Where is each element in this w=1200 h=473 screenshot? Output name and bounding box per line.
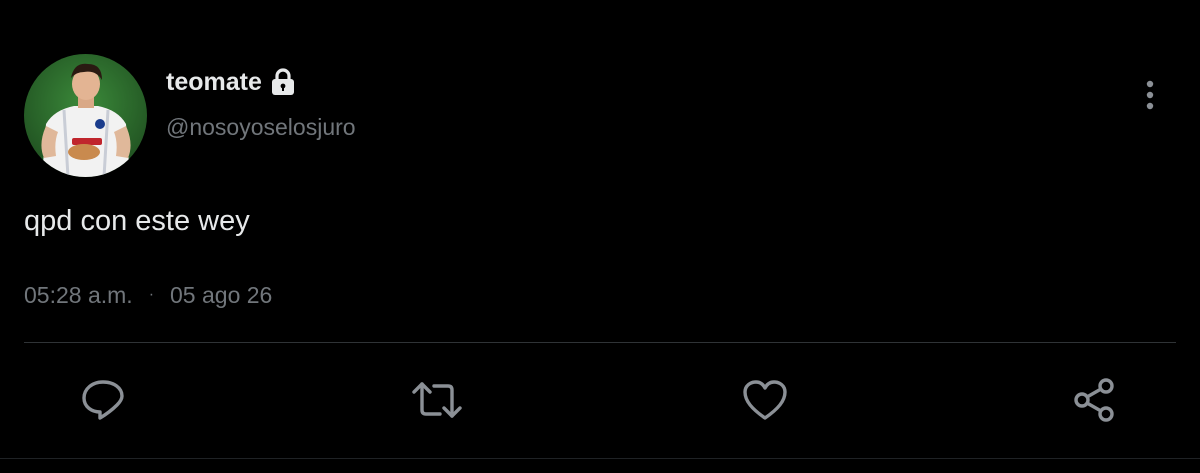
like-button[interactable] <box>740 376 790 424</box>
tweet-detail: teomate @nosoyoselosjuro qpd con este we… <box>0 0 1200 473</box>
user-handle[interactable]: @nosoyoselosjuro <box>166 112 356 142</box>
lock-icon <box>270 68 296 96</box>
bottom-divider <box>0 458 1200 459</box>
avatar[interactable] <box>24 54 147 177</box>
tweet-text: qpd con este wey <box>24 205 250 237</box>
tweet-date[interactable]: 05 ago 26 <box>170 280 272 310</box>
reply-button[interactable] <box>78 376 128 424</box>
more-vertical-icon[interactable] <box>1138 78 1162 112</box>
divider <box>24 342 1176 343</box>
share-button[interactable] <box>1070 376 1120 424</box>
tweet-time[interactable]: 05:28 a.m. <box>24 280 133 310</box>
display-name-text: teomate <box>166 68 262 96</box>
tweet-metadata: 05:28 a.m. · 05 ago 26 <box>24 280 272 310</box>
share-icon <box>1074 378 1114 422</box>
heart-icon <box>743 380 787 420</box>
retweet-icon <box>412 382 462 418</box>
retweet-button[interactable] <box>412 376 462 424</box>
display-name[interactable]: teomate <box>166 66 296 98</box>
meta-separator: · <box>148 286 155 303</box>
reply-icon <box>82 380 124 420</box>
avatar-image <box>24 54 147 177</box>
